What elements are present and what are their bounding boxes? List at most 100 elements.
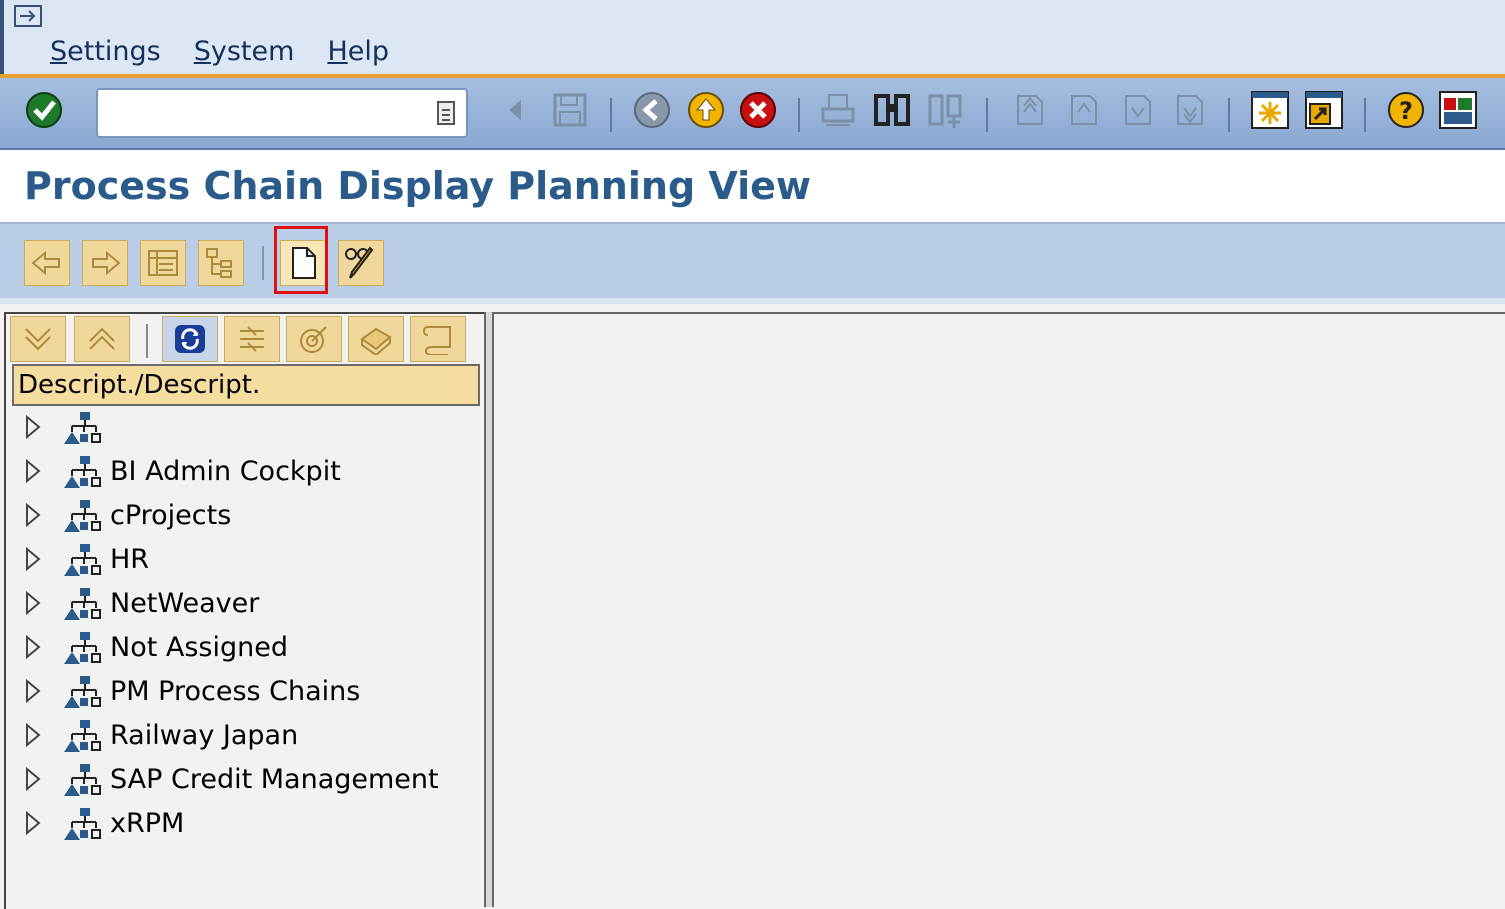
expand-node-icon[interactable] xyxy=(24,546,42,572)
tree-node[interactable] xyxy=(6,406,476,450)
next-page-icon[interactable] xyxy=(1116,90,1156,130)
back-icon[interactable] xyxy=(632,90,672,130)
process-chain-icon xyxy=(64,500,101,532)
cancel-icon[interactable] xyxy=(738,90,778,130)
tree-node-label: BI Admin Cockpit xyxy=(110,456,341,487)
refresh-button[interactable] xyxy=(162,316,218,362)
toolbar-separator xyxy=(986,98,988,132)
toolbar-separator xyxy=(1364,98,1366,132)
exit-icon[interactable] xyxy=(686,90,726,130)
enter-icon[interactable] xyxy=(24,90,64,130)
collapse-all-button[interactable] xyxy=(74,316,130,362)
tree-node-label: SAP Credit Management xyxy=(110,764,439,795)
process-chain-icon xyxy=(64,676,101,708)
menu-items: Settings System Help xyxy=(50,36,389,67)
page-title: Process Chain Display Planning View xyxy=(24,164,812,208)
tree-pane: Descript./Descript. BI Admin Cockpit cPr… xyxy=(4,312,486,909)
scroll-icon xyxy=(422,326,451,355)
tree-node[interactable]: Railway Japan xyxy=(6,714,476,758)
tree-node-label: xRPM xyxy=(110,808,185,839)
command-history-icon[interactable] xyxy=(436,100,458,128)
settings-tree-button[interactable] xyxy=(224,316,280,362)
process-chain-icon xyxy=(64,412,101,444)
arrow-right-icon xyxy=(92,250,121,276)
create-shortcut-icon[interactable] xyxy=(1304,90,1344,130)
splitter-handle[interactable] xyxy=(484,312,494,907)
refresh-icon xyxy=(175,325,205,353)
process-chain-icon xyxy=(64,632,101,664)
target-icon xyxy=(300,326,327,353)
expand-node-icon[interactable] xyxy=(24,766,42,792)
application-toolbar xyxy=(0,224,1505,304)
menu-settings[interactable]: Settings xyxy=(50,36,161,67)
create-button-highlight xyxy=(274,226,328,294)
expand-node-icon[interactable] xyxy=(24,458,42,484)
expand-node-icon[interactable] xyxy=(24,634,42,660)
menu-help[interactable]: Help xyxy=(327,36,389,67)
standard-toolbar: ? xyxy=(0,78,1505,151)
tree-node-label: NetWeaver xyxy=(110,588,260,619)
new-session-icon[interactable] xyxy=(1250,90,1290,130)
tree-structure-icon xyxy=(206,248,232,278)
tree-toolbar-separator xyxy=(146,324,148,358)
toolbar-separator xyxy=(798,98,800,132)
tree-node-label: Not Assigned xyxy=(110,632,288,663)
expand-node-icon[interactable] xyxy=(24,722,42,748)
customize-layout-icon[interactable] xyxy=(1438,90,1478,130)
tree-node[interactable]: PM Process Chains xyxy=(6,670,476,714)
toolbar-separator xyxy=(610,98,612,132)
svg-text:?: ? xyxy=(1399,97,1413,125)
book-icon xyxy=(360,327,392,355)
tree-node[interactable]: BI Admin Cockpit xyxy=(6,450,476,494)
help-icon[interactable]: ? xyxy=(1386,90,1426,130)
tree-node[interactable]: xRPM xyxy=(6,802,476,846)
save-icon[interactable] xyxy=(550,90,590,130)
process-chain-icon xyxy=(64,544,101,576)
expand-all-button[interactable] xyxy=(10,316,66,362)
menu-bar: Settings System Help xyxy=(0,0,1505,76)
last-page-icon[interactable] xyxy=(1168,90,1208,130)
glasses-pencil-icon xyxy=(345,246,374,279)
expand-node-icon[interactable] xyxy=(24,502,42,528)
tree-node[interactable]: Not Assigned xyxy=(6,626,476,670)
tree-node[interactable]: SAP Credit Management xyxy=(6,758,476,802)
title-bar: Process Chain Display Planning View xyxy=(0,150,1505,224)
tree-node[interactable]: cProjects xyxy=(6,494,476,538)
process-chain-icon xyxy=(64,588,101,620)
detail-pane xyxy=(494,312,1505,909)
expand-node-icon[interactable] xyxy=(24,590,42,616)
window-edge xyxy=(0,0,4,76)
first-page-icon[interactable] xyxy=(1008,90,1048,130)
find-icon[interactable] xyxy=(872,90,912,130)
command-field[interactable] xyxy=(96,88,468,138)
change-button[interactable] xyxy=(338,240,384,286)
tree-node-label: cProjects xyxy=(110,500,232,531)
tree-node[interactable]: HR xyxy=(6,538,476,582)
list-icon xyxy=(148,250,178,276)
expand-icon xyxy=(25,328,51,351)
arrow-left-icon xyxy=(31,250,60,276)
catalog-button[interactable] xyxy=(348,316,404,362)
expand-node-icon[interactable] xyxy=(24,810,42,836)
expand-node-icon[interactable] xyxy=(24,414,42,440)
previous-page-icon[interactable] xyxy=(1062,90,1102,130)
target-button[interactable] xyxy=(286,316,342,362)
tree-column-header[interactable]: Descript./Descript. xyxy=(12,364,480,406)
toggle-list-button[interactable] xyxy=(140,240,186,286)
process-chain-icon xyxy=(64,456,101,488)
log-button[interactable] xyxy=(410,316,466,362)
print-icon[interactable] xyxy=(818,90,858,130)
back-arrow-icon[interactable] xyxy=(496,90,536,130)
toggle-tree-button[interactable] xyxy=(198,240,244,286)
menu-system[interactable]: System xyxy=(194,36,295,67)
system-menu-icon[interactable] xyxy=(12,2,48,30)
command-input[interactable] xyxy=(104,90,428,134)
tree-node[interactable]: NetWeaver xyxy=(6,582,476,626)
tree-toolbar xyxy=(10,316,482,362)
find-next-icon[interactable] xyxy=(926,90,966,130)
toolbar-separator xyxy=(1228,98,1230,132)
next-button[interactable] xyxy=(82,240,128,286)
expand-node-icon[interactable] xyxy=(24,678,42,704)
previous-button[interactable] xyxy=(24,240,70,286)
tree-node-label: PM Process Chains xyxy=(110,676,361,707)
